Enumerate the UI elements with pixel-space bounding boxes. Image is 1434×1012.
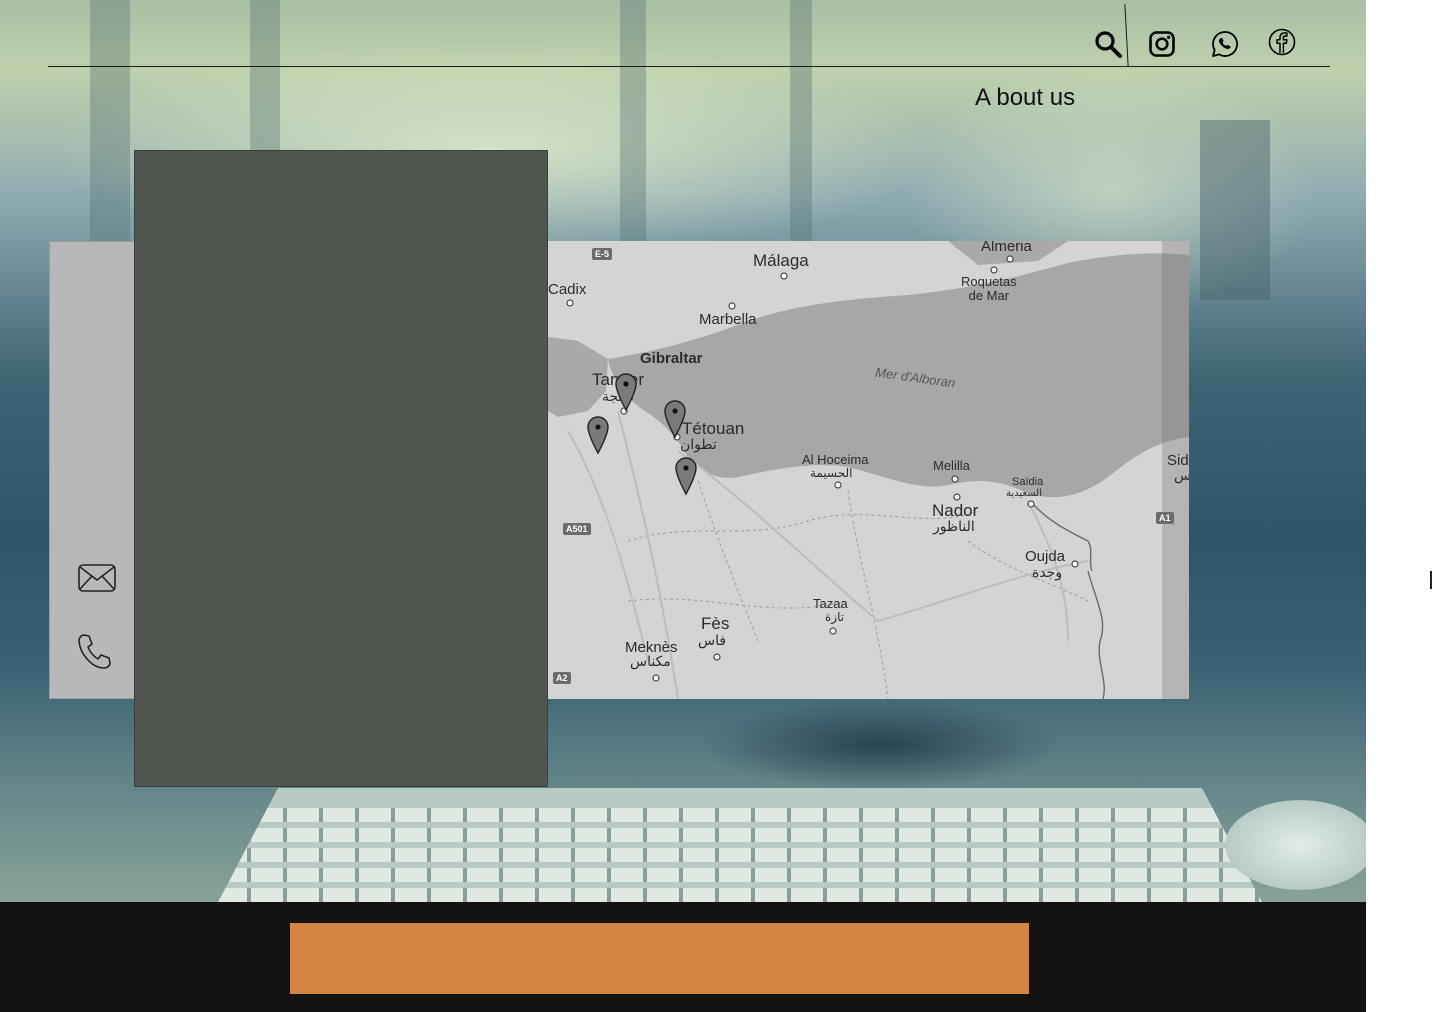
map-pin-tetouan[interactable] <box>662 399 688 439</box>
footer-accent-bar[interactable] <box>290 923 1029 994</box>
keyboard-photo <box>215 788 1265 902</box>
email-button[interactable] <box>76 561 118 595</box>
facebook-icon <box>1268 28 1296 56</box>
city-label-ar: فاس <box>698 633 727 649</box>
city-label: Roquetas de Mar <box>961 274 1017 303</box>
header-divider <box>48 66 1330 67</box>
city-label: Gibraltar <box>640 350 703 367</box>
location-map[interactable]: E-5 A501 A1 A2 Málaga Almeria Roquetas d… <box>548 241 1189 699</box>
city-label-ar: تطوان <box>680 437 717 453</box>
city-label-ar: السعيدية <box>1006 488 1042 499</box>
city-label: Málaga <box>753 251 809 270</box>
city-label: Fès <box>701 614 730 633</box>
city-label-ar: وجدة <box>1032 565 1063 581</box>
content-panel <box>134 150 548 787</box>
search-button[interactable] <box>1092 28 1124 60</box>
map-pin-south[interactable] <box>673 456 699 496</box>
city-label: Nador <box>932 501 979 520</box>
map-pin-asilah[interactable] <box>585 415 611 455</box>
city-label: Oujda <box>1025 548 1066 565</box>
city-label: Al Hoceima <box>802 452 869 467</box>
whatsapp-button[interactable] <box>1209 28 1241 60</box>
road-label-a1: A1 <box>1156 512 1174 524</box>
city-label: Melilla <box>933 458 970 473</box>
instagram-button[interactable] <box>1146 28 1178 60</box>
envelope-icon <box>78 564 116 592</box>
city-label: Tazaa <box>813 596 848 611</box>
edge-marker <box>1430 571 1432 589</box>
map-terrain <box>548 241 1189 699</box>
city-label: Saïdia <box>1012 476 1044 488</box>
city-label-ar: س <box>1174 468 1189 484</box>
city-label-ar: تازة <box>825 610 845 624</box>
search-icon <box>1095 31 1122 58</box>
mouse-photo <box>1225 800 1366 890</box>
instagram-icon <box>1149 31 1175 57</box>
phone-button[interactable] <box>76 632 112 672</box>
city-label: Marbella <box>699 311 757 328</box>
city-label-ar: مكناس <box>630 654 671 670</box>
phone-icon <box>78 634 111 669</box>
road-label-e5: E-5 <box>592 248 613 260</box>
map-pin-tanger[interactable] <box>613 372 639 412</box>
road-label-a2: A2 <box>553 672 571 684</box>
city-label-ar: الناظور <box>933 519 975 535</box>
city-label-ar: الحسيمة <box>810 466 853 480</box>
nav-about-us[interactable]: A bout us <box>975 84 1075 112</box>
road-label-a501: A501 <box>563 523 591 535</box>
facebook-button[interactable] <box>1266 26 1298 58</box>
city-label: Almeria <box>981 241 1032 255</box>
city-label: Tétouan <box>682 419 745 438</box>
city-label: Cadix <box>548 281 587 298</box>
whatsapp-icon <box>1212 31 1238 57</box>
city-label: Sid <box>1167 452 1189 469</box>
